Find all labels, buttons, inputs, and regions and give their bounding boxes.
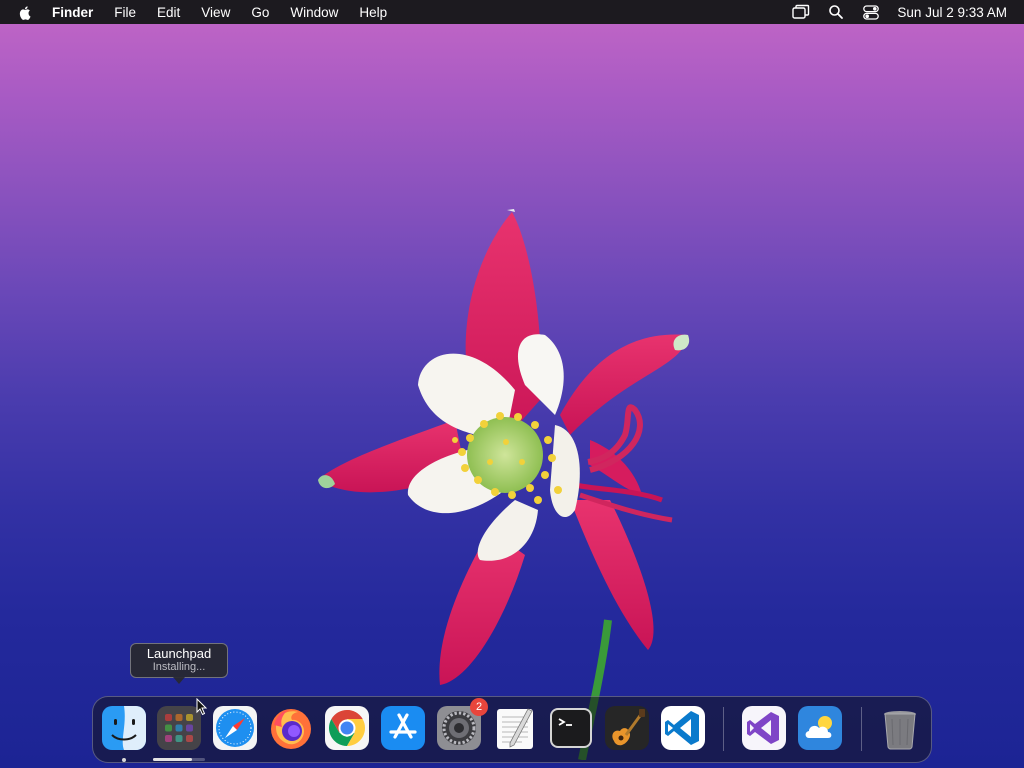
vscode-icon <box>661 706 705 750</box>
launchpad-tooltip: Launchpad Installing... <box>130 643 228 684</box>
finder-icon <box>102 706 146 750</box>
menu-file[interactable]: File <box>114 5 136 20</box>
tooltip-title: Launchpad <box>146 646 212 661</box>
terminal-icon <box>550 708 592 748</box>
control-center-icon[interactable] <box>862 3 880 21</box>
tooltip-arrow <box>173 677 185 684</box>
mouse-cursor-icon <box>196 698 208 716</box>
apple-logo-icon[interactable] <box>18 4 34 20</box>
textedit-icon <box>497 708 533 749</box>
dock-app-system-settings[interactable]: 2 <box>436 698 488 751</box>
safari-icon <box>213 706 257 750</box>
spotlight-search-icon[interactable] <box>827 3 845 21</box>
menu-go[interactable]: Go <box>251 5 269 20</box>
dock-app-garageband[interactable] <box>604 705 650 751</box>
garageband-icon <box>605 706 649 750</box>
dock-app-chrome[interactable] <box>324 705 370 751</box>
menu-clock[interactable]: Sun Jul 2 9:33 AM <box>897 5 1007 20</box>
dock-app-visual-studio[interactable] <box>741 705 787 751</box>
launchpad-install-progress <box>153 758 205 761</box>
launchpad-install-progress-fill <box>153 758 192 761</box>
dock-separator <box>861 707 862 751</box>
menu-app-name[interactable]: Finder <box>52 5 93 20</box>
dock-app-finder[interactable] <box>101 705 147 751</box>
menu-edit[interactable]: Edit <box>157 5 180 20</box>
dock-app-trash[interactable] <box>877 705 923 751</box>
visual-studio-icon <box>742 706 786 750</box>
dock-app-firefox[interactable] <box>268 705 314 751</box>
dock-app-safari[interactable] <box>212 705 258 751</box>
menu-window[interactable]: Window <box>290 5 338 20</box>
weather-icon <box>798 706 842 750</box>
dock-app-terminal[interactable] <box>548 705 594 751</box>
dock-app-vscode[interactable] <box>660 705 706 751</box>
firefox-icon <box>271 709 311 749</box>
dock-separator <box>723 707 724 751</box>
tooltip-subtitle: Installing... <box>152 661 206 673</box>
notification-badge: 2 <box>470 698 488 716</box>
menu-bar: Finder File Edit View Go Window Help Sun… <box>0 0 1024 24</box>
dock-app-weather[interactable] <box>797 705 843 751</box>
trash-icon <box>884 711 916 750</box>
screen-mirroring-icon[interactable] <box>792 3 810 21</box>
dock-app-textedit[interactable] <box>492 705 538 751</box>
dock-app-app-store[interactable] <box>380 705 426 751</box>
wallpaper-flower <box>318 209 690 760</box>
menu-view[interactable]: View <box>201 5 230 20</box>
chrome-icon <box>325 706 369 750</box>
finder-running-indicator <box>122 758 126 762</box>
dock: 2 <box>92 696 932 763</box>
menu-help[interactable]: Help <box>359 5 387 20</box>
app-store-icon <box>381 706 425 750</box>
